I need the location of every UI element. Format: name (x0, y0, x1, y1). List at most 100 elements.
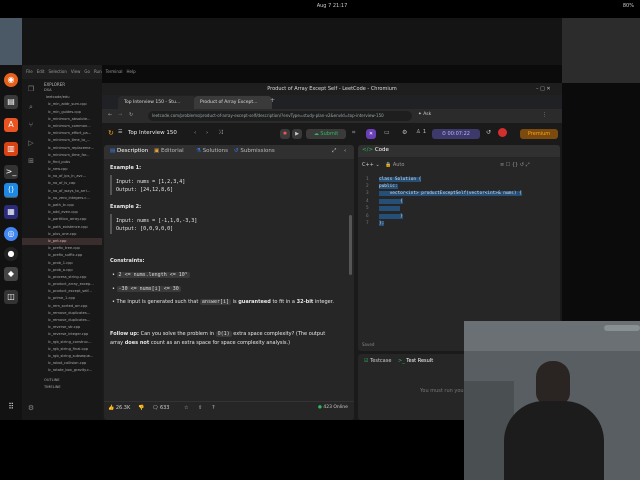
window-controls[interactable]: – □ ✕ (536, 86, 551, 92)
language-select[interactable]: C++ ⌄ (362, 162, 380, 168)
obs-icon[interactable]: ● (4, 247, 18, 261)
explorer-file[interactable]: lc_odd_even.cpp (22, 209, 102, 216)
explorer-file[interactable]: lc_partition_array.cpp (22, 216, 102, 223)
vscode-icon[interactable]: ⟨⟩ (4, 183, 18, 197)
explorer-file[interactable]: lc_rgb_string_final.cpp (22, 346, 102, 353)
tab-testcase[interactable]: ☑ Testcase (364, 358, 391, 364)
explorer-file[interactable]: lc_process_string.cpp (22, 274, 102, 281)
address-bar[interactable]: leetcode.com/problems/product-of-array-e… (148, 111, 412, 121)
extensions-icon[interactable]: ⊞ (25, 157, 37, 169)
explorer-file[interactable]: lc_prefix_suffix.cpp (22, 252, 102, 259)
debug-icon[interactable]: ✱ (280, 129, 290, 139)
vscode-menu-item[interactable]: View (71, 69, 81, 74)
terminal-icon[interactable]: >_ (4, 165, 18, 179)
explorer-file[interactable]: lc_prime_1.cpp (22, 295, 102, 302)
editor-actions[interactable]: ≡ ☐ {} ↺ ⤢ (500, 162, 530, 168)
app-window-icon[interactable]: ▦ (4, 205, 18, 219)
explorer-file[interactable]: lc_reverse_integer.cpp (22, 331, 102, 338)
explorer-file[interactable]: lc_no_of_ips_in_avc... (22, 173, 102, 180)
star-icon[interactable]: ☆ (184, 405, 188, 411)
like-button[interactable]: 👍 26.3K (108, 405, 130, 411)
settings-icon[interactable]: ⚙ (402, 129, 407, 136)
forward-icon[interactable]: → (118, 112, 122, 118)
explorer-file[interactable]: lc_rgb_string_subseque... (22, 353, 102, 360)
vscode-menu-item[interactable]: Terminal (106, 69, 123, 74)
vscode-menu-item[interactable]: Edit (37, 69, 45, 74)
explorer-file[interactable]: lc_pnt.cpp (22, 237, 102, 246)
tab-editorial[interactable]: ▣ Editorial (154, 148, 184, 154)
explorer-file[interactable]: lc_product_array_excep... (22, 281, 102, 288)
comments-button[interactable]: 🗨 633 (152, 405, 169, 411)
show-apps-icon[interactable]: ⠿ (4, 400, 18, 414)
timer[interactable]: ⏱ 00:07:22 (432, 129, 480, 139)
expand-icon[interactable]: ⤢ (332, 148, 336, 155)
explorer-file[interactable]: lc_no_of_is_cap (22, 180, 102, 187)
back-icon[interactable]: ← (108, 112, 112, 118)
shuffle-icon[interactable]: ⤨ (218, 129, 223, 137)
code-line[interactable]: }; (379, 221, 385, 226)
submit-button[interactable]: ☁ Submit (306, 129, 346, 139)
chromium-icon[interactable]: ◎ (4, 227, 18, 241)
explorer-file[interactable]: lc_remove_duplicates... (22, 310, 102, 317)
tab-test-result[interactable]: >_ Test Result (398, 358, 433, 364)
problem-list-icon[interactable]: ☰ (118, 129, 122, 135)
files-icon[interactable]: ▤ (4, 95, 18, 109)
explorer-file[interactable]: lc_no_zero_integers.c... (22, 195, 102, 202)
reload-icon[interactable]: ↻ (129, 112, 133, 118)
settings-gear-icon[interactable]: ⚙ (25, 404, 37, 416)
reset-timer-icon[interactable]: ↺ (486, 129, 491, 136)
explorer-file[interactable]: lc_remove_duplicates... (22, 317, 102, 324)
code-line[interactable]: { (379, 199, 403, 204)
vscode-menu-item[interactable]: Run (94, 69, 102, 74)
help-icon[interactable]: ? (212, 405, 215, 411)
firefox-icon[interactable]: ◉ (4, 73, 18, 87)
code-line[interactable]: } (379, 214, 403, 219)
explorer-file[interactable]: lc_path_tc.cpp (22, 202, 102, 209)
explorer-file[interactable]: lc_plus_one.cpp (22, 231, 102, 238)
clock[interactable]: Aug 7 21:17 (292, 3, 372, 9)
files-icon[interactable]: ❐ (25, 85, 37, 97)
prev-problem-icon[interactable]: ‹ (194, 130, 196, 136)
tab-submissions[interactable]: ↺ Submissions (234, 148, 275, 154)
share-icon[interactable]: ⇪ (198, 405, 202, 411)
explorer-file[interactable]: lc_rem_sorted_arr.cpp (22, 303, 102, 310)
search-icon[interactable]: ⌕ (25, 103, 37, 115)
new-tab-icon[interactable]: + (270, 97, 275, 104)
menu-icon[interactable]: ⋮ (542, 112, 547, 118)
explorer-file[interactable]: lc_rotate_box_gravity.c... (22, 367, 102, 374)
run-icon[interactable]: ▶ (292, 129, 302, 139)
leetcode-logo-icon[interactable]: ↻ (108, 129, 114, 137)
problem-list-title[interactable]: Top Interview 150 (128, 130, 177, 136)
app-icon-2[interactable]: ◆ (4, 267, 18, 281)
code-line[interactable]: public: (379, 184, 398, 189)
explorer-file[interactable]: lc_prob_a.cpp (22, 267, 102, 274)
premium-button[interactable]: Premium (520, 129, 558, 139)
outline-section[interactable]: OUTLINE (22, 377, 102, 384)
tab-product-array[interactable]: Product of Array Except... (194, 96, 272, 109)
package-icon[interactable]: ▥ (4, 142, 18, 156)
explorer-file[interactable]: lc_prefix_tree.cpp (22, 245, 102, 252)
run-debug-icon[interactable]: ▷ (25, 139, 37, 151)
explorer-file[interactable]: lc_robot_collision.cpp (22, 360, 102, 367)
ask-button[interactable]: ✦ Ask (418, 112, 431, 117)
tab-description[interactable]: ▤ Description (110, 148, 148, 154)
explorer-file[interactable]: lc_path_existence.cpp (22, 224, 102, 231)
battery-indicator[interactable]: 80% (623, 3, 634, 9)
timeline-section[interactable]: TIMELINE (22, 384, 102, 391)
tab-top-interview[interactable]: Top Interview 150 - Stu... (118, 96, 196, 109)
app-store-icon[interactable]: A (4, 118, 18, 132)
dislike-icon[interactable]: 👎 (138, 405, 144, 411)
explorer-file[interactable]: lc_prob_1.cpp (22, 260, 102, 267)
screenshot-icon[interactable]: ◫ (4, 290, 18, 304)
auto-toggle[interactable]: 🔒 Auto (385, 162, 404, 168)
code-line[interactable] (379, 206, 401, 211)
layout-icon[interactable]: ▭ (384, 129, 390, 136)
description-scrollbar[interactable] (349, 215, 352, 275)
notes-icon[interactable]: ⌗ (352, 129, 355, 137)
vscode-menu-item[interactable]: File (26, 69, 33, 74)
vscode-menu-item[interactable]: Help (127, 69, 136, 74)
vscode-menu-item[interactable]: Go (84, 69, 90, 74)
collapse-icon[interactable]: ‹ (344, 148, 346, 154)
next-problem-icon[interactable]: › (206, 130, 208, 136)
avatar[interactable] (498, 128, 507, 137)
